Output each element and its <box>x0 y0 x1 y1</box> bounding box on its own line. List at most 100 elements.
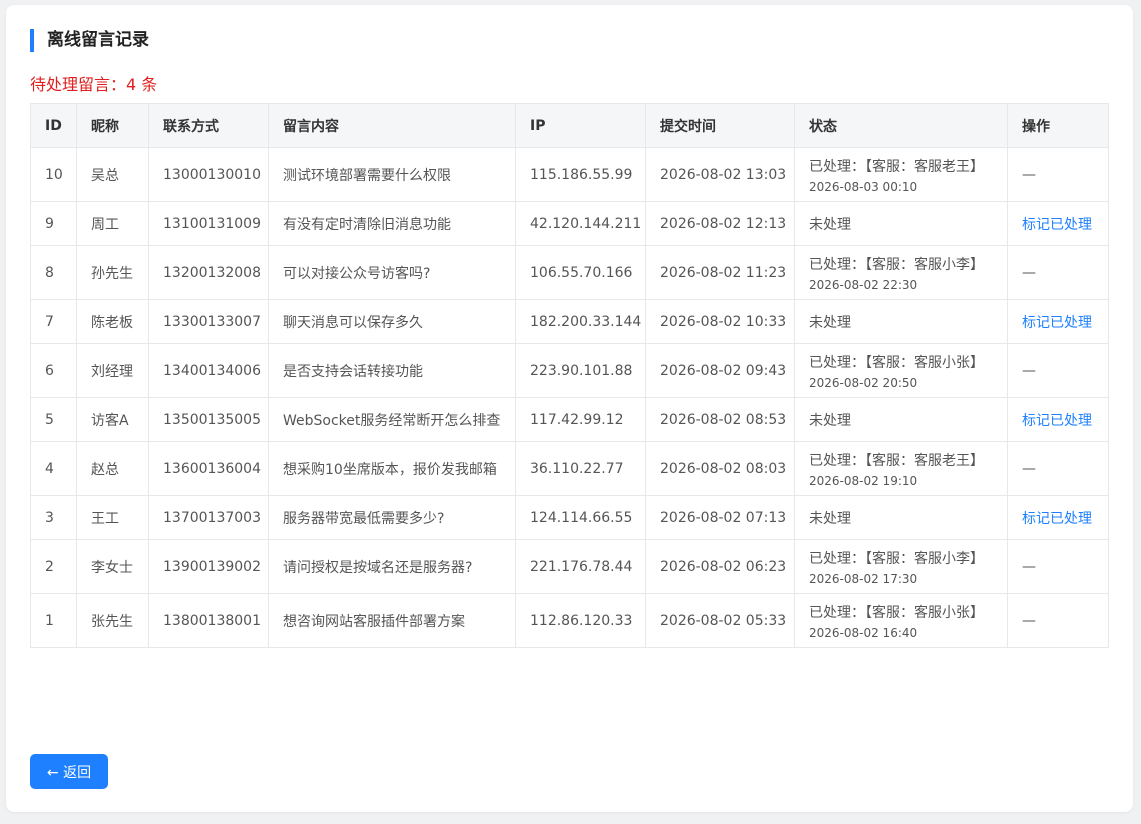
cell-content: 有没有定时清除旧消息功能 <box>268 201 516 246</box>
mark-handled-link[interactable]: 标记已处理 <box>1022 217 1092 233</box>
status-text: 已处理：【客服：客服小李】 <box>809 256 984 273</box>
cell-ip: 42.120.144.211 <box>515 201 646 246</box>
no-action-dash: — <box>1022 166 1036 183</box>
no-action-dash: — <box>1022 460 1036 477</box>
cell-ip: 115.186.55.99 <box>515 147 646 202</box>
table-header-row: ID 昵称 联系方式 留言内容 IP 提交时间 状态 操作 <box>30 103 1109 148</box>
cell-submit-time: 2026-08-02 12:13 <box>645 201 795 246</box>
cell-content: 测试环境部署需要什么权限 <box>268 147 516 202</box>
mark-handled-link[interactable]: 标记已处理 <box>1022 511 1092 527</box>
cell-submit-time: 2026-08-02 11:23 <box>645 245 795 300</box>
table-row: 1 张先生 13800138001 想咨询网站客服插件部署方案 112.86.1… <box>30 593 1109 648</box>
cell-content: WebSocket服务经常断开怎么排查 <box>268 397 516 442</box>
handled-time: 2026-08-02 17:30 <box>809 571 918 586</box>
cell-content: 是否支持会话转接功能 <box>268 343 516 398</box>
cell-contact: 13900139002 <box>148 539 269 594</box>
column-header-content: 留言内容 <box>268 103 516 148</box>
mark-handled-link[interactable]: 标记已处理 <box>1022 315 1092 331</box>
cell-contact: 13200132008 <box>148 245 269 300</box>
table-row: 4 赵总 13600136004 想采购10坐席版本，报价发我邮箱 36.110… <box>30 441 1109 496</box>
cell-id: 9 <box>30 201 77 246</box>
status-text: 已处理：【客服：客服小张】 <box>809 604 984 621</box>
column-header-ip: IP <box>515 103 646 148</box>
no-action-dash: — <box>1022 362 1036 379</box>
handled-time: 2026-08-02 20:50 <box>809 375 918 390</box>
cell-action: 标记已处理 <box>1007 299 1109 344</box>
cell-nickname: 刘经理 <box>76 343 149 398</box>
cell-ip: 117.42.99.12 <box>515 397 646 442</box>
table-row: 10 吴总 13000130010 测试环境部署需要什么权限 115.186.5… <box>30 147 1109 202</box>
cell-ip: 106.55.70.166 <box>515 245 646 300</box>
cell-action: 标记已处理 <box>1007 495 1109 540</box>
cell-contact: 13800138001 <box>148 593 269 648</box>
status-text: 已处理：【客服：客服老王】 <box>809 158 984 175</box>
cell-nickname: 王工 <box>76 495 149 540</box>
cell-status: 已处理：【客服：客服老王】 2026-08-02 19:10 <box>794 441 1008 496</box>
cell-contact: 13700137003 <box>148 495 269 540</box>
no-action-dash: — <box>1022 264 1036 281</box>
cell-ip: 36.110.22.77 <box>515 441 646 496</box>
cell-status: 已处理：【客服：客服小张】 2026-08-02 16:40 <box>794 593 1008 648</box>
handled-time: 2026-08-02 22:30 <box>809 277 918 292</box>
cell-status: 已处理：【客服：客服老王】 2026-08-03 00:10 <box>794 147 1008 202</box>
cell-contact: 13400134006 <box>148 343 269 398</box>
cell-contact: 13100131009 <box>148 201 269 246</box>
cell-content: 服务器带宽最低需要多少? <box>268 495 516 540</box>
cell-action: 标记已处理 <box>1007 397 1109 442</box>
cell-status: 已处理：【客服：客服小李】 2026-08-02 17:30 <box>794 539 1008 594</box>
cell-ip: 124.114.66.55 <box>515 495 646 540</box>
cell-nickname: 访客A <box>76 397 149 442</box>
cell-contact: 13300133007 <box>148 299 269 344</box>
mark-handled-link[interactable]: 标记已处理 <box>1022 413 1092 429</box>
cell-id: 1 <box>30 593 77 648</box>
cell-submit-time: 2026-08-02 07:13 <box>645 495 795 540</box>
cell-nickname: 张先生 <box>76 593 149 648</box>
cell-submit-time: 2026-08-02 09:43 <box>645 343 795 398</box>
cell-contact: 13000130010 <box>148 147 269 202</box>
handled-time: 2026-08-02 19:10 <box>809 473 918 488</box>
cell-content: 想采购10坐席版本，报价发我邮箱 <box>268 441 516 496</box>
status-text: 已处理：【客服：客服小张】 <box>809 354 984 371</box>
no-action-dash: — <box>1022 612 1036 629</box>
cell-nickname: 赵总 <box>76 441 149 496</box>
cell-id: 6 <box>30 343 77 398</box>
cell-ip: 223.90.101.88 <box>515 343 646 398</box>
cell-status: 未处理 <box>794 299 1008 344</box>
cell-contact: 13500135005 <box>148 397 269 442</box>
column-header-contact: 联系方式 <box>148 103 269 148</box>
cell-action: — <box>1007 245 1109 300</box>
handled-time: 2026-08-03 00:10 <box>809 179 918 194</box>
cell-content: 可以对接公众号访客吗? <box>268 245 516 300</box>
cell-ip: 221.176.78.44 <box>515 539 646 594</box>
cell-content: 聊天消息可以保存多久 <box>268 299 516 344</box>
table-row: 7 陈老板 13300133007 聊天消息可以保存多久 182.200.33.… <box>30 299 1109 344</box>
cell-contact: 13600136004 <box>148 441 269 496</box>
cell-action: — <box>1007 441 1109 496</box>
cell-submit-time: 2026-08-02 08:53 <box>645 397 795 442</box>
no-action-dash: — <box>1022 558 1036 575</box>
cell-content: 请问授权是按域名还是服务器? <box>268 539 516 594</box>
cell-status: 未处理 <box>794 495 1008 540</box>
cell-action: — <box>1007 147 1109 202</box>
cell-nickname: 孙先生 <box>76 245 149 300</box>
back-button[interactable]: ← 返回 <box>30 754 108 789</box>
cell-ip: 182.200.33.144 <box>515 299 646 344</box>
status-text: 已处理：【客服：客服小李】 <box>809 550 984 567</box>
cell-action: 标记已处理 <box>1007 201 1109 246</box>
cell-action: — <box>1007 593 1109 648</box>
cell-submit-time: 2026-08-02 05:33 <box>645 593 795 648</box>
status-text: 已处理：【客服：客服老王】 <box>809 452 984 469</box>
cell-nickname: 吴总 <box>76 147 149 202</box>
table-row: 3 王工 13700137003 服务器带宽最低需要多少? 124.114.66… <box>30 495 1109 540</box>
column-header-action: 操作 <box>1007 103 1109 148</box>
cell-id: 4 <box>30 441 77 496</box>
cell-submit-time: 2026-08-02 06:23 <box>645 539 795 594</box>
cell-nickname: 李女士 <box>76 539 149 594</box>
table-row: 2 李女士 13900139002 请问授权是按域名还是服务器? 221.176… <box>30 539 1109 594</box>
cell-submit-time: 2026-08-02 10:33 <box>645 299 795 344</box>
cell-id: 3 <box>30 495 77 540</box>
cell-content: 想咨询网站客服插件部署方案 <box>268 593 516 648</box>
main-card: 离线留言记录 待处理留言：4 条 ID 昵称 联系方式 留言内容 IP 提交时间… <box>6 5 1133 812</box>
column-header-id: ID <box>30 103 77 148</box>
cell-ip: 112.86.120.33 <box>515 593 646 648</box>
